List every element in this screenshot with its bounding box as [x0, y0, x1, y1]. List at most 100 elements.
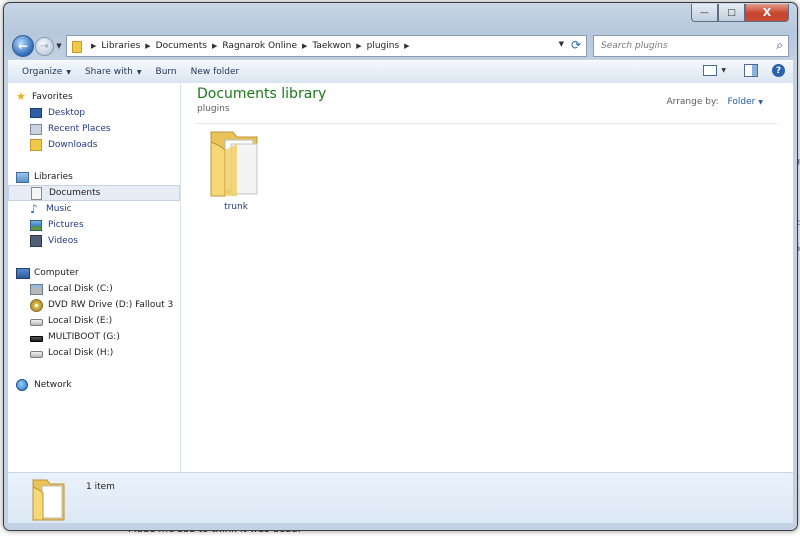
preview-pane-icon[interactable] — [744, 64, 758, 77]
libraries-icon — [16, 171, 29, 183]
chevron-down-icon: ▼ — [66, 69, 71, 76]
explorer-window: — □ X ← → ▼ ▶ Libraries ▶ Documents ▶ Ra… — [3, 2, 798, 531]
nav-item-documents[interactable]: Documents — [8, 185, 180, 201]
folder-icon — [70, 40, 84, 53]
new-folder-button[interactable]: New folder — [191, 67, 240, 77]
nav-item-local-disk-h[interactable]: Local Disk (H:) — [8, 345, 180, 361]
nav-libraries[interactable]: Libraries — [8, 169, 180, 185]
chevron-right-icon[interactable]: ▶ — [356, 42, 361, 50]
recent-pages-dropdown[interactable]: ▼ — [54, 42, 64, 50]
help-icon[interactable]: ? — [772, 64, 785, 77]
nav-item-downloads[interactable]: Downloads — [8, 137, 180, 153]
nav-item-label: Local Disk (C:) — [48, 284, 113, 294]
chevron-right-icon[interactable]: ▶ — [302, 42, 307, 50]
breadcrumb-taekwon[interactable]: Taekwon — [312, 41, 351, 51]
search-box: ⌕ — [593, 35, 789, 57]
network-icon — [16, 379, 28, 391]
folder-name: trunk — [224, 202, 248, 212]
address-row: ← → ▼ ▶ Libraries ▶ Documents ▶ Ragnarok… — [12, 34, 789, 58]
refresh-icon[interactable]: ⟳ — [571, 38, 581, 52]
organize-button[interactable]: Organize ▼ — [22, 67, 71, 77]
search-input[interactable] — [599, 40, 763, 52]
breadcrumb-libraries[interactable]: Libraries — [101, 41, 140, 51]
nav-favorites-label: Favorites — [32, 92, 73, 102]
content-area: ★ Favorites Desktop Recent Places Downloa… — [8, 83, 793, 472]
chevron-right-icon[interactable]: ▶ — [212, 42, 217, 50]
nav-computer[interactable]: Computer — [8, 265, 180, 281]
forward-button[interactable]: → — [35, 36, 54, 56]
breadcrumb-plugins[interactable]: plugins — [367, 41, 400, 51]
documents-icon — [31, 186, 42, 200]
nav-item-label: DVD RW Drive (D:) Fallout 3 — [48, 300, 174, 310]
nav-item-label: Documents — [49, 188, 101, 198]
chevron-right-icon[interactable]: ▶ — [145, 42, 150, 50]
back-button[interactable]: ← — [12, 35, 34, 57]
nav-network-label: Network — [34, 380, 72, 390]
maximize-button[interactable]: □ — [718, 4, 745, 22]
nav-item-pictures[interactable]: Pictures — [8, 217, 180, 233]
command-bar: Organize ▼ Share with ▼ Burn New folder ▼ … — [8, 60, 793, 84]
share-with-button[interactable]: Share with ▼ — [85, 67, 142, 77]
nav-favorites[interactable]: ★ Favorites — [8, 89, 180, 105]
minimize-button[interactable]: — — [691, 4, 718, 22]
window-controls: — □ X — [691, 4, 789, 22]
arrange-by-label: Arrange by: — [666, 97, 719, 107]
chevron-down-icon: ▼ — [136, 69, 142, 76]
recent-places-icon — [30, 123, 42, 135]
address-bar[interactable]: ▶ Libraries ▶ Documents ▶ Ragnarok Onlin… — [66, 35, 587, 57]
share-with-label: Share with — [84, 67, 133, 77]
nav-item-dvd-drive[interactable]: DVD RW Drive (D:) Fallout 3 — [8, 297, 180, 313]
nav-item-music[interactable]: ♪ Music — [8, 201, 180, 217]
chevron-down-icon: ▼ — [56, 42, 62, 50]
computer-icon — [16, 267, 30, 279]
dvd-drive-icon — [30, 298, 43, 312]
chevron-right-icon[interactable]: ▶ — [91, 42, 96, 50]
music-icon: ♪ — [30, 202, 38, 216]
hard-drive-icon — [30, 319, 43, 326]
arrow-right-icon: → — [40, 40, 49, 52]
title-bar[interactable]: — □ X — [4, 3, 797, 29]
videos-icon — [30, 235, 42, 247]
nav-item-local-disk-e[interactable]: Local Disk (E:) — [8, 313, 180, 329]
library-title: Documents library — [197, 86, 327, 102]
nav-network[interactable]: Network — [8, 377, 180, 393]
nav-item-local-disk-c[interactable]: Local Disk (C:) — [8, 281, 180, 297]
nav-item-label: Desktop — [48, 108, 86, 118]
breadcrumb-documents[interactable]: Documents — [156, 41, 207, 51]
nav-item-label: Local Disk (E:) — [48, 316, 113, 326]
nav-item-label: Videos — [48, 236, 78, 246]
library-subtitle: plugins — [197, 104, 230, 114]
folder-icon — [210, 131, 258, 197]
breadcrumb-ragnarok-online[interactable]: Ragnarok Online — [222, 41, 297, 51]
folder-item[interactable]: trunk — [201, 128, 271, 216]
breadcrumb: ▶ Libraries ▶ Documents ▶ Ragnarok Onlin… — [86, 41, 415, 51]
change-view-icon[interactable] — [703, 65, 718, 76]
arrange-by-dropdown[interactable]: Folder ▼ — [728, 97, 763, 107]
arrange-by: Arrange by: Folder ▼ — [667, 97, 763, 107]
search-icon[interactable]: ⌕ — [776, 38, 783, 53]
nav-computer-label: Computer — [34, 268, 79, 278]
item-count: 1 item — [86, 482, 115, 492]
close-button[interactable]: X — [745, 4, 789, 22]
computer-group: Computer Local Disk (C:) DVD RW Drive (D… — [8, 265, 180, 361]
details-pane: 1 item — [8, 472, 793, 523]
system-drive-icon — [30, 283, 43, 295]
nav-item-multiboot[interactable]: MULTIBOOT (G:) — [8, 329, 180, 345]
navigation-pane: ★ Favorites Desktop Recent Places Downloa… — [8, 83, 181, 472]
nav-item-videos[interactable]: Videos — [8, 233, 180, 249]
folder-icon — [32, 479, 65, 521]
arrow-left-icon: ← — [17, 39, 29, 53]
chevron-right-icon[interactable]: ▶ — [404, 42, 409, 50]
nav-item-desktop[interactable]: Desktop — [8, 105, 180, 121]
chevron-down-icon[interactable]: ▼ — [721, 67, 726, 74]
nav-item-label: Recent Places — [48, 124, 111, 134]
nav-item-label: Local Disk (H:) — [48, 348, 114, 358]
downloads-icon — [30, 139, 42, 151]
address-history-dropdown[interactable]: ▼ — [559, 40, 564, 48]
nav-libraries-label: Libraries — [34, 172, 73, 182]
burn-button[interactable]: Burn — [156, 67, 177, 77]
nav-item-label: MULTIBOOT (G:) — [48, 332, 120, 342]
arrange-by-value: Folder — [727, 97, 756, 107]
nav-item-recent-places[interactable]: Recent Places — [8, 121, 180, 137]
network-group: Network — [8, 377, 180, 393]
